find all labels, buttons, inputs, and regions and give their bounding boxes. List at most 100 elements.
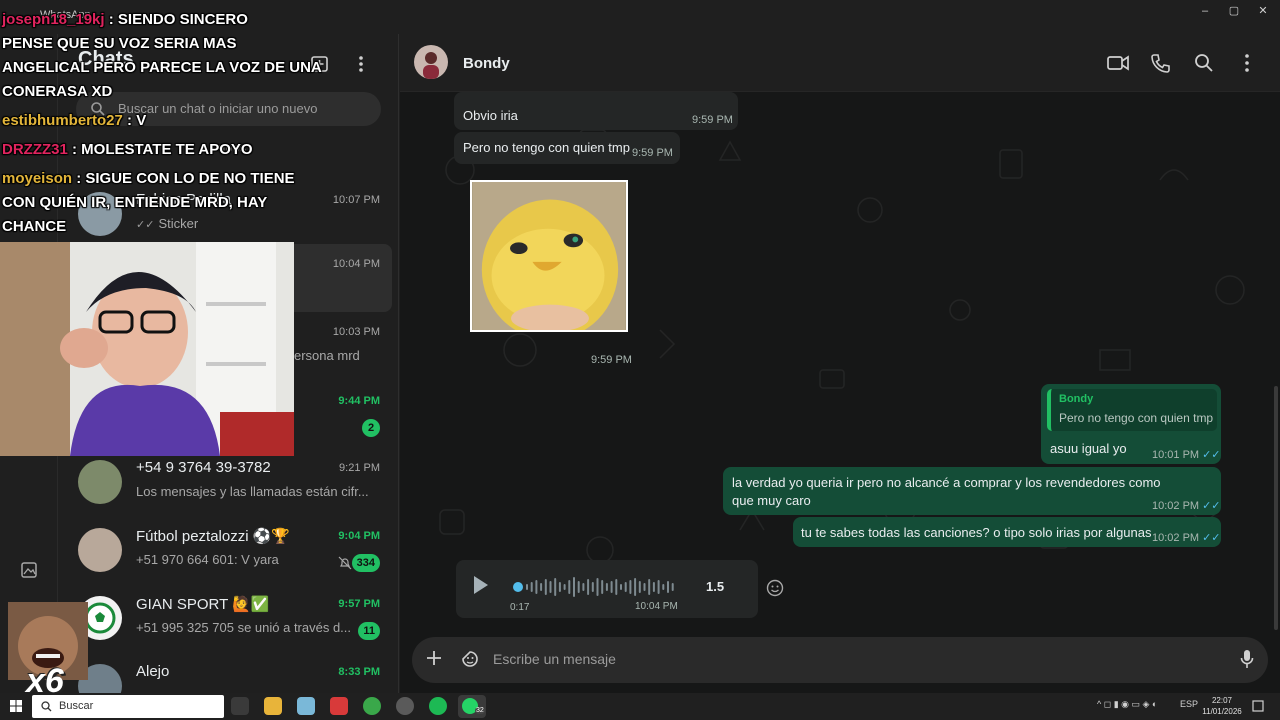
waveform-bar bbox=[577, 581, 580, 593]
chat-item[interactable]: Fútbol peztalozzi ⚽🏆 +51 970 664 601: V … bbox=[66, 516, 392, 584]
chat-item[interactable]: +54 9 3764 39-3782 Los mensajes y las ll… bbox=[66, 448, 392, 516]
play-icon[interactable] bbox=[474, 576, 488, 594]
tray-icons[interactable]: ^ ◻ ▮ ◉ ▭ ◈ ◐ bbox=[1097, 699, 1157, 710]
message-time: 10:02 PM ✓✓ bbox=[1152, 500, 1221, 512]
search-placeholder: Buscar un chat o iniciar uno nuevo bbox=[118, 101, 318, 116]
stream-chat-message: ANGELICAL PERO PARECE LA VOZ DE UNA bbox=[2, 59, 322, 76]
language-indicator[interactable]: ESP bbox=[1180, 699, 1198, 709]
file-explorer-icon[interactable] bbox=[264, 697, 282, 715]
message-outgoing[interactable]: tu te sabes todas las canciones? o tipo … bbox=[793, 517, 1221, 547]
obs-icon[interactable] bbox=[396, 697, 414, 715]
task-view-icon[interactable] bbox=[231, 697, 249, 715]
taskbar-search[interactable]: Buscar bbox=[32, 695, 224, 718]
conversation-header[interactable]: Bondy bbox=[400, 34, 1280, 92]
stream-chat-message: DRZZZ31 : MOLESTATE TE APOYO bbox=[2, 141, 253, 158]
waveform-bar bbox=[587, 579, 590, 595]
taskbar-clock[interactable]: 22:07 11/01/2026 bbox=[1200, 695, 1244, 717]
unread-badge: 2 bbox=[362, 419, 380, 437]
waveform-bar bbox=[526, 584, 528, 590]
search-icon bbox=[41, 701, 52, 712]
chrome-icon[interactable] bbox=[363, 697, 381, 715]
message-text: asuu igual yo bbox=[1050, 441, 1127, 456]
waveform-bar bbox=[554, 578, 557, 596]
waveform-bar bbox=[629, 580, 632, 594]
chat-time: 8:33 PM bbox=[338, 666, 380, 678]
chat-name: +54 9 3764 39-3782 bbox=[136, 459, 271, 476]
message-outgoing[interactable]: la verdad yo queria ir pero no alcancé a… bbox=[723, 467, 1221, 515]
quoted-sender: Bondy bbox=[1059, 393, 1094, 405]
chat-item[interactable]: Alejo 8:33 PM bbox=[66, 652, 392, 693]
voice-note-preview[interactable]: 0:17 10:04 PM 1.5 bbox=[456, 560, 758, 618]
waveform-bar bbox=[624, 582, 627, 592]
chat-time: 10:04 PM bbox=[332, 258, 380, 270]
microphone-icon[interactable] bbox=[1240, 649, 1254, 669]
unread-badge: 334 bbox=[351, 554, 380, 572]
waveform-bar bbox=[605, 583, 608, 591]
chat-preview: +51 995 325 705 se unió a través d... bbox=[136, 620, 352, 635]
waveform-bar bbox=[573, 577, 575, 597]
message-time: 9:59 PM bbox=[632, 147, 673, 159]
conversation-scrollbar[interactable] bbox=[1274, 386, 1278, 630]
voice-waveform[interactable] bbox=[512, 576, 680, 598]
message-composer[interactable]: Escribe un mensaje bbox=[412, 637, 1268, 683]
contact-avatar[interactable] bbox=[414, 45, 448, 79]
message-outgoing[interactable]: Bondy Pero no tengo con quien tmp asuu i… bbox=[1041, 384, 1221, 464]
waveform-bar bbox=[652, 582, 655, 592]
sticker-image[interactable] bbox=[470, 180, 628, 332]
stream-chat-message: estibhumberto27 : V bbox=[2, 112, 147, 129]
app-icon[interactable] bbox=[330, 697, 348, 715]
voice-call-icon[interactable] bbox=[1150, 52, 1172, 74]
clock-date: 11/01/2026 bbox=[1202, 707, 1242, 716]
waveform-bar bbox=[535, 580, 538, 594]
menu-icon[interactable] bbox=[354, 54, 368, 74]
whatsapp-taskbar-button[interactable]: 32 bbox=[458, 695, 486, 718]
search-icon[interactable] bbox=[1193, 52, 1215, 74]
message-text: tu te sabes todas las canciones? o tipo … bbox=[801, 525, 1152, 540]
waveform-bar bbox=[634, 578, 637, 596]
waveform-bar bbox=[671, 583, 674, 591]
video-call-icon[interactable] bbox=[1107, 52, 1129, 74]
waveform-bar bbox=[582, 583, 585, 591]
waveform-bar bbox=[648, 579, 651, 595]
attach-plus-icon[interactable] bbox=[426, 650, 442, 666]
message-input[interactable]: Escribe un mensaje bbox=[493, 651, 616, 667]
emoji-icon[interactable] bbox=[766, 579, 784, 597]
chat-item[interactable]: GIAN SPORT 🙋✅ +51 995 325 705 se unió a … bbox=[66, 584, 392, 652]
message-time: 9:59 PM bbox=[692, 114, 733, 126]
windows-start-icon[interactable] bbox=[10, 700, 22, 712]
waveform-bar bbox=[643, 583, 646, 591]
notification-icon[interactable] bbox=[1252, 700, 1264, 712]
chat-preview: ✓✓ Sticker bbox=[136, 216, 199, 231]
chat-name: GIAN SPORT 🙋✅ bbox=[136, 596, 270, 613]
quoted-text: Pero no tengo con quien tmp bbox=[1059, 411, 1214, 425]
waveform-bar bbox=[540, 583, 543, 591]
message-incoming[interactable]: Pero no tengo con quien tmp 9:59 PM bbox=[454, 132, 680, 164]
chat-menu-icon[interactable] bbox=[1236, 52, 1258, 74]
stream-chat-message: moyeison : SIGUE CON LO DE NO TIENE bbox=[2, 170, 295, 187]
voice-duration: 0:17 bbox=[510, 602, 530, 613]
chat-name: Alejo bbox=[136, 663, 170, 680]
waveform-bar bbox=[591, 582, 594, 592]
playback-speed-button[interactable]: 1.5 bbox=[706, 579, 724, 594]
media-icon[interactable] bbox=[19, 560, 39, 580]
message-text: Obvio iria bbox=[463, 108, 518, 123]
stream-chat-user: DRZZZ31 bbox=[2, 141, 68, 158]
chat-time: 10:07 PM bbox=[332, 194, 380, 206]
avatar bbox=[78, 528, 122, 572]
contact-name[interactable]: Bondy bbox=[463, 55, 510, 72]
muted-icon bbox=[338, 556, 352, 570]
sticker-icon[interactable] bbox=[460, 649, 480, 669]
spotify-icon[interactable] bbox=[429, 697, 447, 715]
waveform-bar bbox=[568, 580, 571, 594]
webcam-feed bbox=[0, 242, 294, 456]
stream-chat-message: CON QUIÉN IR, ENTIENDE MRD, HAY bbox=[2, 194, 268, 211]
waveform-bar bbox=[563, 584, 566, 590]
quoted-message[interactable]: Bondy Pero no tengo con quien tmp bbox=[1047, 389, 1217, 431]
close-button[interactable]: ✕ bbox=[1246, 4, 1280, 18]
waveform-bar bbox=[601, 580, 604, 594]
app-icon[interactable] bbox=[297, 697, 315, 715]
waveform-bar bbox=[558, 582, 561, 592]
unread-badge: 11 bbox=[358, 622, 380, 640]
message-incoming[interactable]: Obvio iria 9:59 PM bbox=[454, 92, 738, 130]
stream-chat-message: josepn18_19kj : SIENDO SINCERO bbox=[2, 11, 248, 28]
